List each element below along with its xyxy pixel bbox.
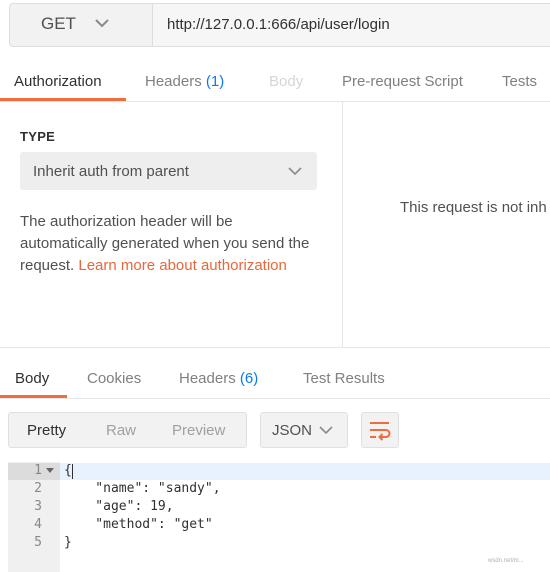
auth-description: The authorization header will be automat… — [20, 211, 320, 277]
line-number: 2 — [34, 481, 42, 496]
code-line: "age": 19, — [64, 499, 174, 514]
text-cursor — [72, 464, 73, 479]
code-line: "method": "get" — [64, 517, 213, 532]
method-label: GET — [41, 14, 76, 33]
url-text: http://127.0.0.1:666/api/user/login — [167, 16, 390, 33]
line-number: 1 — [34, 463, 42, 478]
tab-response-headers-count: (6) — [239, 370, 259, 387]
line-number: 4 — [34, 517, 42, 532]
tab-response-headers-label: Headers — [179, 370, 236, 387]
view-raw[interactable]: Raw — [106, 422, 136, 439]
type-label: TYPE — [20, 129, 56, 144]
tab-test-results[interactable]: Test Results — [303, 370, 385, 387]
view-pretty[interactable]: Pretty — [27, 422, 66, 439]
tab-headers-label: Headers — [145, 73, 202, 90]
line-number: 3 — [34, 499, 42, 514]
chevron-down-icon — [319, 426, 333, 435]
code-line: { — [64, 463, 72, 478]
tab-cookies[interactable]: Cookies — [87, 370, 141, 387]
tab-response-headers[interactable]: Headers (6) — [179, 370, 258, 387]
auth-info-message: This request is not inh — [400, 199, 547, 216]
line-number: 5 — [34, 535, 42, 550]
method-select[interactable] — [9, 3, 152, 47]
code-line: } — [64, 535, 72, 550]
tab-headers[interactable]: Headers (1) — [145, 73, 224, 90]
tab-tests[interactable]: Tests — [502, 73, 537, 90]
view-preview[interactable]: Preview — [172, 422, 225, 439]
watermark: wsdn.net/m... — [488, 558, 524, 564]
vertical-divider — [342, 102, 343, 348]
divider — [0, 398, 550, 399]
learn-more-link[interactable]: Learn more about authorization — [78, 257, 286, 274]
tab-headers-count: (1) — [205, 73, 225, 90]
active-line-highlight — [60, 463, 550, 480]
tab-pre-request-script[interactable]: Pre-request Script — [342, 73, 463, 90]
fold-arrow-icon[interactable] — [46, 468, 54, 474]
divider — [0, 347, 550, 348]
wrap-lines-icon — [370, 422, 391, 441]
code-line: "name": "sandy", — [64, 481, 221, 496]
chevron-down-icon — [288, 167, 302, 176]
tab-response-body[interactable]: Body — [15, 370, 49, 387]
tab-authorization[interactable]: Authorization — [14, 73, 102, 90]
chevron-down-icon — [95, 19, 109, 28]
auth-type-value: Inherit auth from parent — [33, 163, 189, 180]
tab-body[interactable]: Body — [269, 73, 303, 90]
format-value: JSON — [272, 422, 313, 439]
